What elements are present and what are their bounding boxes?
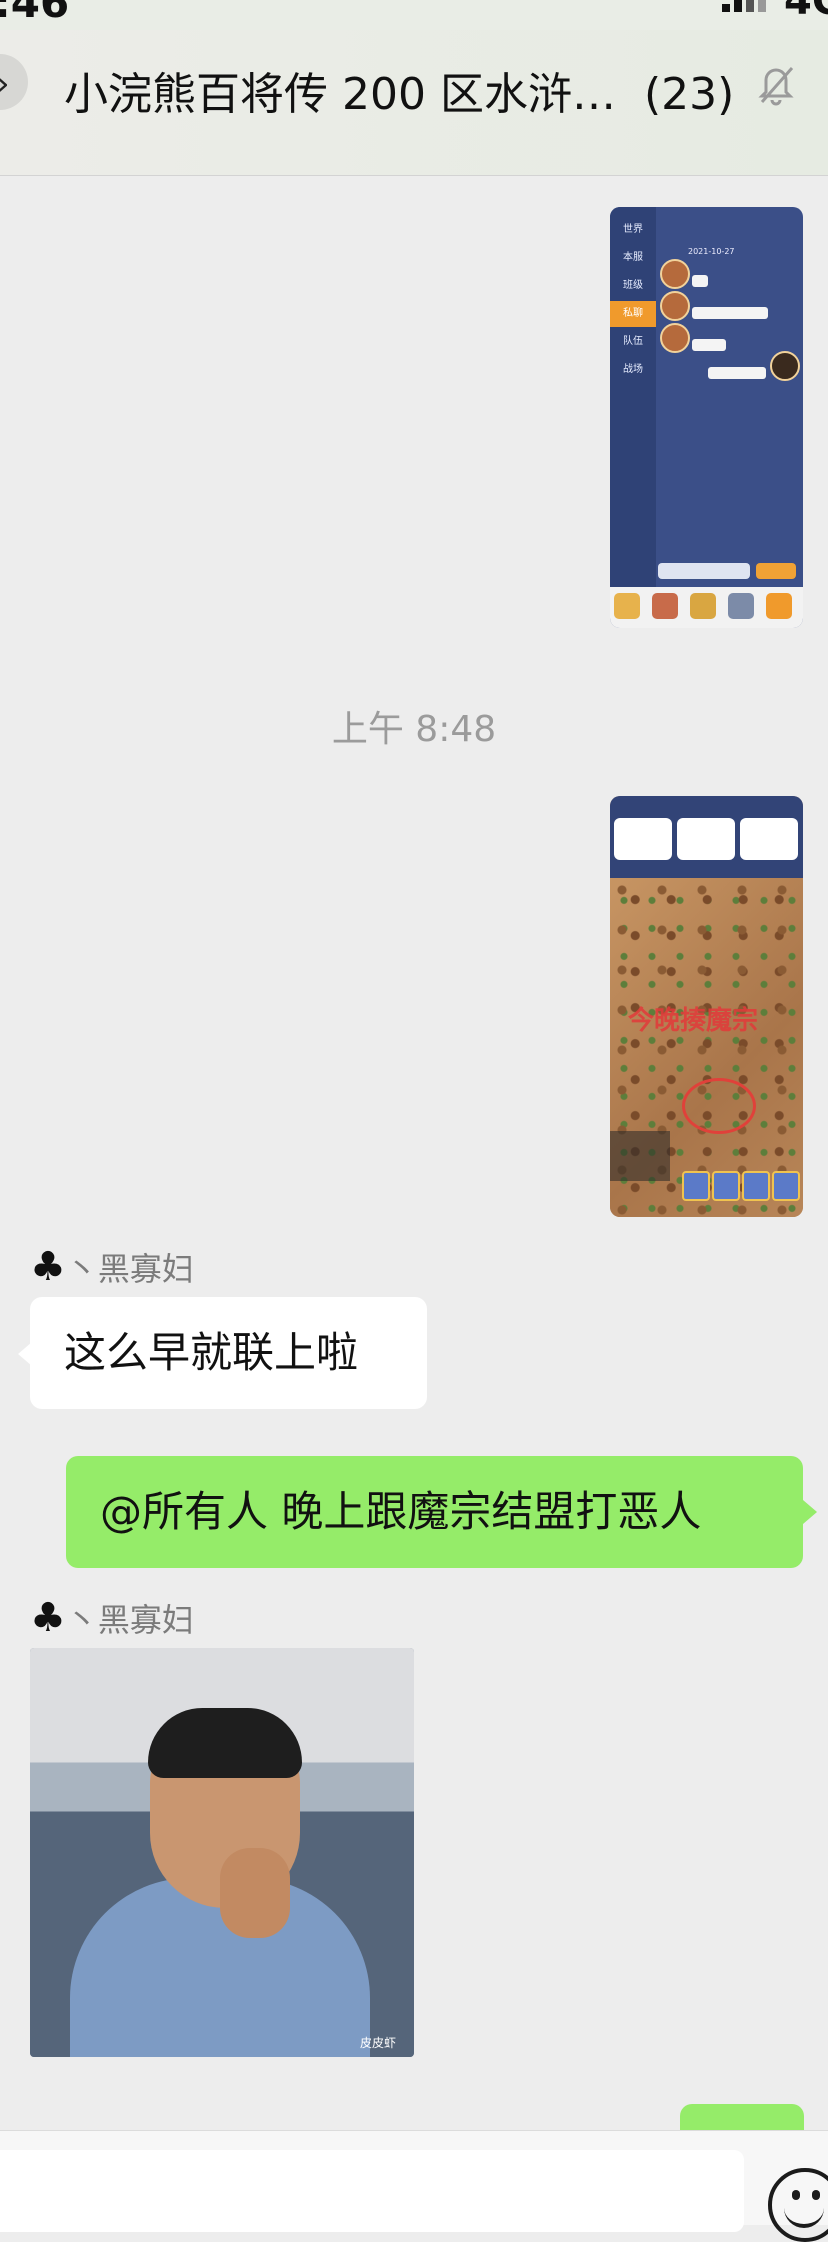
bell-slash-icon bbox=[758, 67, 794, 106]
game-date: 2021-10-27 bbox=[688, 247, 735, 256]
game-icon bbox=[766, 593, 792, 619]
game-icon bbox=[614, 593, 640, 619]
image-message-game-map[interactable]: 今晚揍魔宗 bbox=[610, 796, 803, 1217]
group-name: 小浣熊百将传 200 区水浒… bbox=[64, 69, 616, 120]
sender-name-row: ♣丶黑寡妇 bbox=[30, 1595, 194, 1641]
game-button bbox=[772, 1171, 800, 1201]
game-team-card bbox=[740, 818, 798, 860]
game-icon bbox=[652, 593, 678, 619]
game-message bbox=[692, 307, 768, 319]
sender-name: 丶黑寡妇 bbox=[65, 1250, 194, 1288]
game-button bbox=[682, 1171, 710, 1201]
game-icon bbox=[728, 593, 754, 619]
game-tab: 班级 bbox=[623, 280, 643, 291]
game-team-card bbox=[677, 818, 735, 860]
meme-gif-image[interactable]: 皮皮虾 bbox=[30, 1648, 414, 2057]
game-input bbox=[658, 563, 750, 579]
game-tab: 本服 bbox=[623, 252, 643, 263]
status-bar bbox=[0, 0, 828, 30]
gif-figure-hair bbox=[148, 1708, 302, 1778]
game-avatar bbox=[660, 323, 690, 353]
game-avatar bbox=[770, 351, 800, 381]
game-message bbox=[692, 275, 708, 287]
chat-timestamp: 上午 8:48 bbox=[331, 709, 497, 750]
status-time: :46 bbox=[0, 0, 70, 27]
signal-icon bbox=[722, 0, 766, 12]
game-top-panel bbox=[610, 796, 803, 878]
watermark: 皮皮虾 bbox=[360, 2036, 397, 2050]
member-count: (23) bbox=[643, 69, 735, 120]
game-tab: 队伍 bbox=[623, 336, 643, 347]
game-tab: 私聊 bbox=[610, 301, 656, 327]
bubble-tail bbox=[803, 1500, 817, 1524]
game-team-card bbox=[614, 818, 672, 860]
game-message bbox=[692, 339, 726, 351]
gif-figure-hand bbox=[220, 1848, 290, 1938]
game-avatar bbox=[660, 291, 690, 321]
map-overlay-text: 今晚揍魔宗 bbox=[628, 1006, 759, 1036]
game-tab: 世界 bbox=[623, 224, 643, 235]
game-side-tabs: 世界 本服 班级 私聊 队伍 战场 bbox=[610, 207, 656, 587]
message-input[interactable] bbox=[0, 2150, 744, 2232]
club-icon: ♣ bbox=[30, 1244, 66, 1290]
game-buttons bbox=[682, 1171, 800, 1201]
message-bubble-right[interactable]: @所有人 晚上跟魔宗结盟打恶人 bbox=[66, 1456, 803, 1568]
network-type: 4G bbox=[784, 0, 828, 24]
game-info-panel bbox=[610, 1131, 670, 1181]
game-avatar bbox=[660, 259, 690, 289]
game-icon bbox=[690, 593, 716, 619]
map-circle-mark bbox=[682, 1078, 756, 1134]
emoji-eye bbox=[812, 2190, 820, 2200]
game-send-button bbox=[756, 563, 796, 579]
game-button bbox=[742, 1171, 770, 1201]
emoji-eye bbox=[792, 2190, 800, 2200]
message-bubble-left[interactable]: 这么早就联上啦 bbox=[30, 1297, 427, 1409]
sender-name-row: ♣丶黑寡妇 bbox=[30, 1244, 194, 1290]
game-button bbox=[712, 1171, 740, 1201]
back-icon: › bbox=[0, 64, 10, 104]
game-tab: 战场 bbox=[623, 364, 643, 375]
sender-name: 丶黑寡妇 bbox=[65, 1601, 194, 1639]
chat-title[interactable]: 小浣熊百将传 200 区水浒… (23) bbox=[64, 58, 734, 122]
game-message bbox=[708, 367, 766, 379]
emoji-icon[interactable] bbox=[768, 2168, 828, 2242]
image-message-game-chat[interactable]: 世界 本服 班级 私聊 队伍 战场 2021-10-27 bbox=[610, 207, 803, 628]
game-bottom-bar bbox=[610, 587, 803, 628]
club-icon: ♣ bbox=[30, 1595, 66, 1641]
